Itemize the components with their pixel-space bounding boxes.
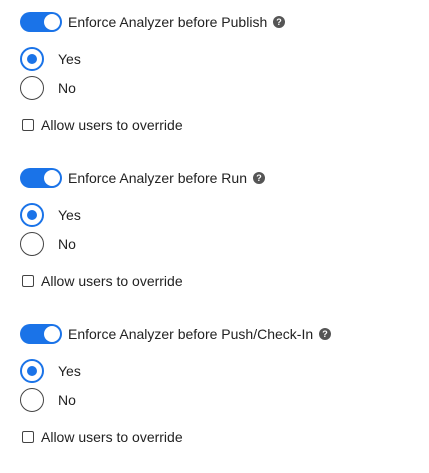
- radio-label: No: [58, 80, 76, 96]
- run-override-checkbox[interactable]: [22, 275, 34, 287]
- question-circle-icon[interactable]: ?: [319, 328, 332, 340]
- publish-no-option[interactable]: No: [20, 76, 76, 100]
- push-no-option[interactable]: No: [20, 388, 76, 412]
- run-toggle-label: Enforce Analyzer before Run: [68, 170, 247, 186]
- toggle-knob: [44, 14, 60, 30]
- toggle-knob: [44, 326, 60, 342]
- radio-label: No: [58, 236, 76, 252]
- checkbox-label: Allow users to override: [41, 117, 183, 133]
- checkbox-label: Allow users to override: [41, 273, 183, 289]
- svg-text:?: ?: [322, 329, 328, 339]
- push-enforce-toggle[interactable]: [20, 324, 62, 344]
- question-circle-icon[interactable]: ?: [273, 16, 286, 28]
- publish-override-checkbox[interactable]: [22, 119, 34, 131]
- publish-toggle-row: Enforce Analyzer before Publish ?: [20, 11, 286, 33]
- run-enforce-toggle[interactable]: [20, 168, 62, 188]
- run-override-option[interactable]: Allow users to override: [22, 273, 183, 289]
- push-yes-option[interactable]: Yes: [20, 359, 81, 383]
- run-yes-option[interactable]: Yes: [20, 203, 81, 227]
- toggle-knob: [44, 170, 60, 186]
- run-no-radio[interactable]: [20, 232, 44, 256]
- radio-label: Yes: [58, 207, 81, 223]
- checkbox-label: Allow users to override: [41, 429, 183, 445]
- publish-yes-option[interactable]: Yes: [20, 47, 81, 71]
- question-circle-icon[interactable]: ?: [253, 172, 265, 184]
- svg-text:?: ?: [256, 173, 262, 183]
- svg-text:?: ?: [276, 17, 282, 27]
- push-override-checkbox[interactable]: [22, 431, 34, 443]
- radio-label: No: [58, 392, 76, 408]
- radio-label: Yes: [58, 51, 81, 67]
- run-no-option[interactable]: No: [20, 232, 76, 256]
- publish-no-radio[interactable]: [20, 76, 44, 100]
- run-yes-radio[interactable]: [20, 203, 44, 227]
- publish-override-option[interactable]: Allow users to override: [22, 117, 183, 133]
- run-toggle-row: Enforce Analyzer before Run ?: [20, 167, 265, 189]
- push-toggle-row: Enforce Analyzer before Push/Check-In ?: [20, 323, 332, 345]
- push-toggle-label: Enforce Analyzer before Push/Check-In: [68, 326, 314, 342]
- publish-enforce-toggle[interactable]: [20, 12, 62, 32]
- publish-yes-radio[interactable]: [20, 47, 44, 71]
- push-override-option[interactable]: Allow users to override: [22, 429, 183, 445]
- radio-label: Yes: [58, 363, 81, 379]
- publish-toggle-label: Enforce Analyzer before Publish: [68, 14, 268, 30]
- push-no-radio[interactable]: [20, 388, 44, 412]
- push-yes-radio[interactable]: [20, 359, 44, 383]
